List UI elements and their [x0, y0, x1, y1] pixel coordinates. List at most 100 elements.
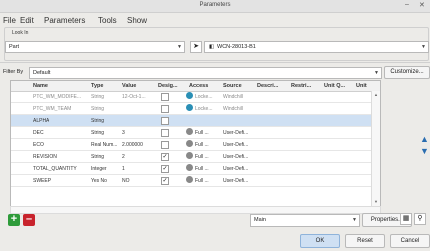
access-icon	[186, 140, 193, 147]
col-description[interactable]: Descri...	[257, 83, 278, 89]
cell-source: Windchill	[223, 94, 244, 100]
filter-by-label: Filter By	[3, 69, 23, 75]
cell-source: User-Defi...	[223, 178, 249, 184]
cell-type: String	[91, 94, 105, 100]
chevron-down-icon: ▼	[352, 217, 357, 223]
move-up-icon[interactable]: ▲	[420, 134, 429, 144]
cell-type: String	[91, 106, 105, 112]
designate-checkbox[interactable]: ✓	[161, 177, 169, 185]
chevron-down-icon: ▼	[421, 44, 426, 50]
plus-icon: +	[10, 213, 18, 225]
chevron-down-icon: ▼	[177, 44, 182, 50]
cell-value[interactable]: 2.000000	[122, 142, 143, 148]
vertical-scrollbar[interactable]: ▲ ▼	[371, 91, 380, 207]
menu-tools[interactable]: Tools	[98, 16, 117, 25]
cell-name: TOTAL_QUANTITY	[33, 166, 77, 172]
move-down-icon[interactable]: ▼	[420, 146, 429, 156]
cell-name: ALPHA	[33, 118, 50, 124]
col-designate[interactable]: Desig...	[158, 83, 178, 89]
look-in-label: Look In	[12, 30, 29, 36]
cell-access: Locke...	[195, 106, 213, 112]
table-row[interactable]: REVISION String 2 ✓ Full ... User-Defi...	[11, 151, 380, 163]
table-row[interactable]: TOTAL_QUANTITY Integer 1 ✓ Full ... User-Defi…	[11, 163, 380, 175]
access-icon	[186, 152, 193, 159]
main-select[interactable]: Main ▼	[250, 214, 360, 227]
ok-button[interactable]: OK	[300, 234, 340, 248]
table-row[interactable]: ECO Real Num... 2.000000 Full ... User-Defi.…	[11, 139, 380, 151]
designate-checkbox[interactable]	[161, 93, 169, 101]
scroll-down-icon[interactable]: ▼	[374, 199, 378, 204]
col-unit-quantity[interactable]: Unit Q...	[324, 83, 345, 89]
remove-parameter-button[interactable]: –	[23, 214, 35, 226]
cell-type: String	[91, 118, 105, 124]
find-button[interactable]: ⚲	[414, 213, 426, 225]
cell-access: Full ...	[195, 178, 209, 184]
cell-access: Full ...	[195, 130, 209, 136]
binoculars-icon: ⚲	[417, 215, 423, 222]
filter-select[interactable]: Default ▼	[29, 67, 382, 79]
minimize-button[interactable]: –	[405, 1, 409, 8]
cell-access: Full ...	[195, 166, 209, 172]
cell-value[interactable]: 3	[122, 130, 125, 136]
table-view-button[interactable]: ▦	[400, 213, 412, 225]
menu-edit[interactable]: Edit	[20, 16, 34, 25]
close-button[interactable]: ✕	[419, 1, 425, 9]
col-unit[interactable]: Unit	[356, 83, 367, 89]
table-row[interactable]: PTC_WM_TEAM String Locke... Windchill	[11, 103, 380, 115]
cell-name: ECO	[33, 142, 44, 148]
designate-checkbox[interactable]: ✓	[161, 153, 169, 161]
cell-type: String	[91, 130, 105, 136]
cancel-button[interactable]: Cancel	[390, 234, 430, 248]
parameters-table: Name Type Value Desig... Access Source D…	[10, 80, 381, 208]
designate-checkbox[interactable]	[161, 105, 169, 113]
cell-type: Yes No	[91, 178, 107, 184]
access-icon	[186, 164, 193, 171]
col-access[interactable]: Access	[189, 83, 208, 89]
pointer-icon: ➤	[193, 43, 199, 50]
title-bar: Parameters – ✕	[0, 0, 430, 13]
designate-checkbox[interactable]: ✓	[161, 165, 169, 173]
grid-icon: ▦	[402, 215, 410, 222]
customize-button[interactable]: Customize...	[384, 66, 430, 79]
lock-icon	[186, 92, 193, 99]
horizontal-scrollbar[interactable]	[10, 206, 381, 214]
chevron-down-icon: ▼	[374, 70, 379, 76]
table-row[interactable]: ALPHA String	[11, 115, 380, 127]
designate-checkbox[interactable]	[161, 117, 169, 125]
col-name[interactable]: Name	[33, 83, 48, 89]
select-pointer-button[interactable]: ➤	[190, 41, 202, 53]
table-row[interactable]: SWEEP Yes No NO ✓ Full ... User-Defi...	[11, 175, 380, 187]
cell-access: Locke...	[195, 94, 213, 100]
menu-show[interactable]: Show	[127, 16, 147, 25]
col-restricted[interactable]: Restri...	[291, 83, 311, 89]
scroll-up-icon[interactable]: ▲	[374, 92, 378, 97]
model-name: WCN-28013-B1	[217, 44, 256, 50]
cell-type: String	[91, 154, 105, 160]
designate-checkbox[interactable]	[161, 129, 169, 137]
col-source[interactable]: Source	[223, 83, 242, 89]
designate-checkbox[interactable]	[161, 141, 169, 149]
filter-by-text: Filter By	[3, 69, 24, 75]
divider	[0, 62, 430, 63]
look-in-select[interactable]: Part ▼	[5, 41, 185, 53]
menu-parameters[interactable]: Parameters	[44, 16, 85, 25]
menu-file[interactable]: File	[3, 16, 16, 25]
cell-name: REVISION	[33, 154, 57, 160]
cell-value[interactable]: 2	[122, 154, 125, 160]
cell-value[interactable]: 12-Oct-1...	[122, 94, 146, 100]
cell-name: DEC	[33, 130, 44, 136]
add-parameter-button[interactable]: +	[8, 214, 20, 226]
access-icon	[186, 128, 193, 135]
col-type[interactable]: Type	[91, 83, 103, 89]
filter-value: Default	[33, 70, 51, 76]
model-select[interactable]: ◧ WCN-28013-B1 ▼	[204, 41, 429, 53]
look-in-value: Part	[9, 44, 20, 50]
cell-value[interactable]: NO	[122, 178, 130, 184]
cell-value[interactable]: 1	[122, 166, 125, 172]
cell-source: User-Defi...	[223, 154, 249, 160]
table-row[interactable]: PTC_WM_MODIFE... String 12-Oct-1... Locke..…	[11, 91, 380, 103]
col-value[interactable]: Value	[122, 83, 136, 89]
reset-button[interactable]: Reset	[345, 234, 385, 248]
table-row[interactable]: DEC String 3 Full ... User-Defi...	[11, 127, 380, 139]
window-title: Parameters	[199, 2, 231, 8]
